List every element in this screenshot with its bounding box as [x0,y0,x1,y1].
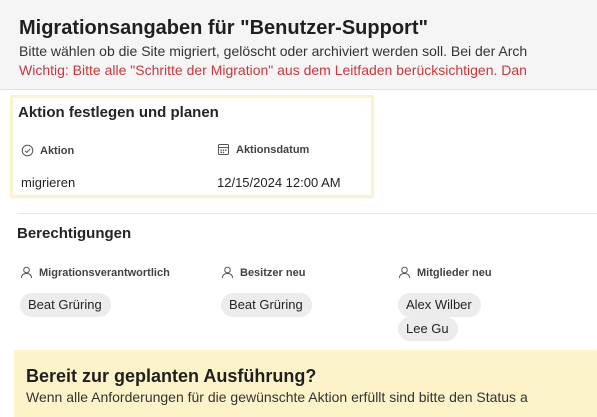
action-section-title: Aktion festlegen und planen [18,104,219,121]
page-description: Bitte wählen ob die Site migriert, gelös… [19,43,528,59]
new-owner-field-label: Besitzer neu [221,266,305,279]
new-members-label: Mitglieder neu [417,266,492,279]
action-label: Aktion [40,144,75,157]
action-field-label: Aktion [21,144,74,157]
new-members-field-label: Mitglieder neu [398,266,492,279]
person-chip[interactable]: Lee Gu [398,317,458,341]
date-field-label: Aktionsdatum [217,143,309,156]
new-owner-label: Besitzer neu [240,266,306,279]
migration-owner-label: Migrationsverantwortlich [39,266,170,279]
person-icon [222,266,233,279]
ready-banner-text: Wenn alle Anforderungen für die gewünsch… [26,389,528,405]
date-value[interactable]: 12/15/2024 12:00 AM [217,175,341,190]
person-chip[interactable]: Alex Wilber [398,293,481,317]
section-divider [17,213,597,214]
person-icon [21,266,32,279]
warning-text: Wichtig: Bitte alle "Schritte der Migrat… [19,62,527,78]
page-title: Migrationsangaben für "Benutzer-Support" [19,17,428,39]
status-check-icon [21,144,34,157]
migration-owner-field-label: Migrationsverantwortlich [20,266,170,279]
action-value[interactable]: migrieren [21,175,75,190]
page-header: Migrationsangaben für "Benutzer-Support"… [0,0,597,90]
calendar-icon [218,144,229,155]
person-icon [399,266,410,279]
ready-banner-title: Bereit zur geplanten Ausführung? [26,366,317,386]
action-section: Aktion festlegen und planen Aktion migri… [10,95,374,198]
ready-banner: Bereit zur geplanten Ausführung? Wenn al… [14,350,597,417]
permissions-title: Berechtigungen [17,225,132,242]
person-chip[interactable]: Beat Grüring [20,293,111,317]
date-label: Aktionsdatum [236,143,310,156]
person-chip[interactable]: Beat Grüring [221,293,312,317]
